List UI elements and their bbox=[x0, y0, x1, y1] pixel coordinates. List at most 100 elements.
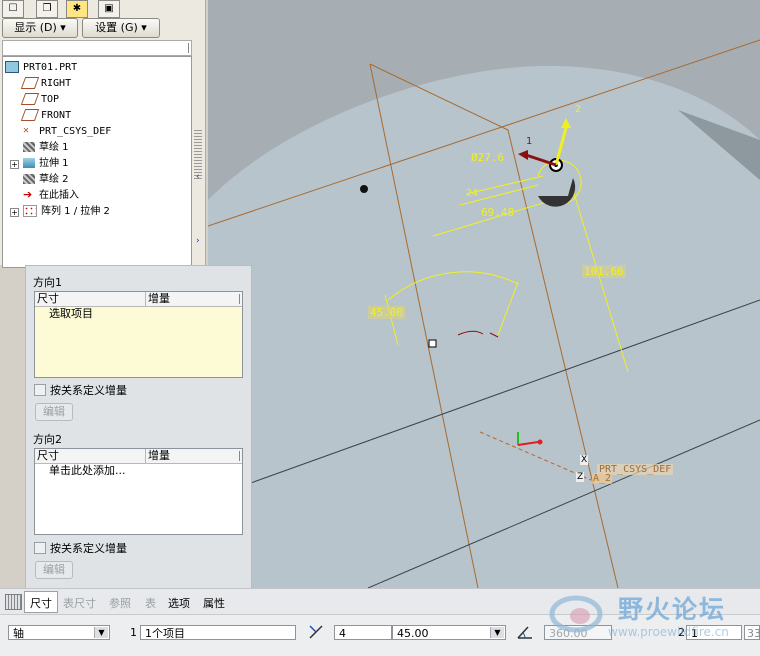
dir1-number: 1 bbox=[130, 626, 137, 639]
triad-point bbox=[537, 439, 543, 445]
dir2-spacing-input[interactable]: 33 bbox=[744, 625, 760, 640]
column-divider bbox=[239, 451, 240, 461]
tab-references[interactable]: 参照 bbox=[109, 595, 131, 611]
axis-name-label: A_2 bbox=[592, 473, 613, 484]
dir1-relation-label: 按关系定义增量 bbox=[50, 384, 127, 397]
tree-item-csys[interactable]: ✕ PRT_CSYS_DEF bbox=[23, 124, 111, 139]
dim-6948[interactable]: 69.48 bbox=[481, 206, 514, 219]
folder-tab-icon[interactable]: ▣ bbox=[98, 0, 120, 18]
angle-increment-value: 45.00 bbox=[397, 627, 429, 640]
list-header: 尺寸 增量 bbox=[35, 449, 242, 464]
watermark-url: www.proewildfire.cn bbox=[608, 625, 729, 639]
watermark-title: 野火论坛 bbox=[618, 595, 727, 624]
tree-item-label: 在此插入 bbox=[39, 190, 79, 201]
col-dim-header: 尺寸 bbox=[37, 449, 59, 462]
vertex-point bbox=[360, 185, 368, 193]
datum-plane-icon bbox=[20, 109, 40, 121]
expand-arrow-icon[interactable]: › bbox=[196, 236, 200, 246]
star-tab-icon[interactable]: ✱ bbox=[66, 0, 88, 18]
tree-item-sketch1[interactable]: 草绘 1 bbox=[23, 140, 69, 155]
col-dim-header: 尺寸 bbox=[37, 292, 59, 305]
tree-item-label: TOP bbox=[41, 94, 60, 105]
list-item[interactable]: 选取项目 bbox=[35, 307, 242, 321]
sketch-icon bbox=[23, 174, 35, 184]
watermark-logo bbox=[548, 586, 604, 642]
tree-item-sketch2[interactable]: 草绘 2 bbox=[23, 172, 69, 187]
tree-item-part[interactable]: PRT01.PRT bbox=[5, 60, 77, 75]
axis-label-1: 1 bbox=[526, 136, 533, 147]
column-divider bbox=[188, 43, 189, 53]
dir1-edit-button[interactable]: 编辑 bbox=[35, 403, 73, 421]
graphics-window[interactable]: Ø27.6 24 69.48 101.66 45.00 2 1 X Z PRT_… bbox=[208, 0, 760, 588]
tree-item-label: PRT_CSYS_DEF bbox=[39, 126, 112, 137]
dir1-items-collector[interactable]: 1个项目 bbox=[140, 625, 296, 640]
show-label: 显示 (D) bbox=[14, 21, 57, 34]
dir2-edit-button[interactable]: 编辑 bbox=[35, 561, 73, 579]
angle-range-icon[interactable] bbox=[516, 624, 534, 640]
angle-increment-select[interactable]: 45.00 ▼ bbox=[392, 625, 506, 640]
direction2-list[interactable]: 尺寸 增量 单击此处添加... bbox=[34, 448, 243, 535]
direction1-title: 方向1 bbox=[33, 276, 62, 289]
pattern-type-value: 轴 bbox=[13, 627, 24, 640]
csys-z-label: Z bbox=[576, 472, 585, 482]
datum-plane-icon bbox=[20, 93, 40, 105]
dim-24[interactable]: 24 bbox=[466, 188, 478, 199]
expand-icon[interactable]: + bbox=[10, 208, 19, 217]
chevron-down-icon[interactable]: ▼ bbox=[490, 627, 504, 638]
dir1-relation-checkbox[interactable] bbox=[34, 384, 46, 396]
list-header: 尺寸 增量 bbox=[35, 292, 242, 307]
csys-x-label: X bbox=[580, 455, 589, 465]
tree-item-label: 拉伸 1 bbox=[39, 158, 69, 169]
dim-10166[interactable]: 101.66 bbox=[582, 265, 626, 278]
datum-plane-icon bbox=[20, 77, 40, 89]
pattern-dimensions-panel: 方向1 尺寸 增量 选取项目 按关系定义增量 编辑 方向2 尺寸 增量 单击此处… bbox=[25, 265, 252, 590]
member-count-icon bbox=[308, 624, 324, 640]
tree-item-right[interactable]: RIGHT bbox=[20, 76, 72, 91]
expand-icon[interactable]: + bbox=[10, 160, 19, 169]
list-item[interactable]: 单击此处添加... bbox=[35, 464, 242, 478]
tab-table-dimensions[interactable]: 表尺寸 bbox=[63, 595, 96, 611]
tree-item-label: RIGHT bbox=[41, 78, 72, 89]
insert-arrow-icon: ➔ bbox=[23, 188, 33, 201]
layers-tab-icon[interactable]: ❐ bbox=[36, 0, 58, 18]
grid-icon[interactable] bbox=[5, 594, 22, 610]
show-dropdown-button[interactable]: 显示 (D) ▾ bbox=[2, 18, 78, 38]
extrude-icon bbox=[23, 158, 35, 168]
member-count-input[interactable]: 4 bbox=[334, 625, 392, 640]
tree-item-label: 阵列 1 / 拉伸 2 bbox=[41, 206, 110, 217]
direction2-title: 方向2 bbox=[33, 433, 62, 446]
settings-label: 设置 (G) bbox=[95, 21, 138, 34]
tree-item-front[interactable]: FRONT bbox=[20, 108, 72, 123]
pattern-icon bbox=[23, 205, 37, 217]
tab-dimensions[interactable]: 尺寸 bbox=[30, 595, 52, 611]
model-tree-panel: ☐ ❐ ✱ ▣ 显示 (D) ▾ 设置 (G) ▾ PRT01.PRT RIGH… bbox=[0, 0, 206, 268]
chevron-down-icon[interactable]: ▼ bbox=[94, 627, 108, 638]
tree-item-label: PRT01.PRT bbox=[23, 62, 78, 73]
collapse-arrow-icon[interactable]: ‹ bbox=[196, 172, 200, 182]
tree-item-extrude1[interactable]: 拉伸 1 bbox=[23, 156, 69, 171]
settings-dropdown-button[interactable]: 设置 (G) ▾ bbox=[82, 18, 160, 38]
direction1-list[interactable]: 尺寸 增量 选取项目 bbox=[34, 291, 243, 378]
tree-header-bar bbox=[2, 40, 192, 56]
dim-angle[interactable]: 45.00 bbox=[368, 306, 406, 319]
model-canvas[interactable] bbox=[208, 0, 760, 588]
col-inc-header: 增量 bbox=[145, 292, 170, 306]
tree-tab-icon[interactable]: ☐ bbox=[2, 0, 24, 18]
tree-item-label: 草绘 1 bbox=[39, 142, 69, 153]
tree-item-label: FRONT bbox=[41, 110, 72, 121]
tree-item-top[interactable]: TOP bbox=[20, 92, 60, 107]
column-divider bbox=[239, 294, 240, 304]
col-inc-header: 增量 bbox=[145, 449, 170, 463]
csys-icon: ✕ bbox=[23, 125, 30, 136]
selection-handle[interactable] bbox=[428, 339, 437, 348]
axis-label-2: 2 bbox=[575, 104, 582, 115]
tree-item-insert-here[interactable]: ➔ 在此插入 bbox=[23, 188, 79, 203]
tab-tables[interactable]: 表 bbox=[145, 595, 156, 611]
tree-item-pattern1[interactable]: 阵列 1 / 拉伸 2 bbox=[23, 204, 110, 219]
dim-diameter[interactable]: Ø27.6 bbox=[471, 151, 504, 164]
dir2-relation-checkbox[interactable] bbox=[34, 542, 46, 554]
part-icon bbox=[5, 61, 19, 73]
tab-properties[interactable]: 属性 bbox=[203, 595, 225, 611]
tab-options[interactable]: 选项 bbox=[168, 595, 190, 611]
pattern-type-select[interactable]: 轴 ▼ bbox=[8, 625, 110, 640]
